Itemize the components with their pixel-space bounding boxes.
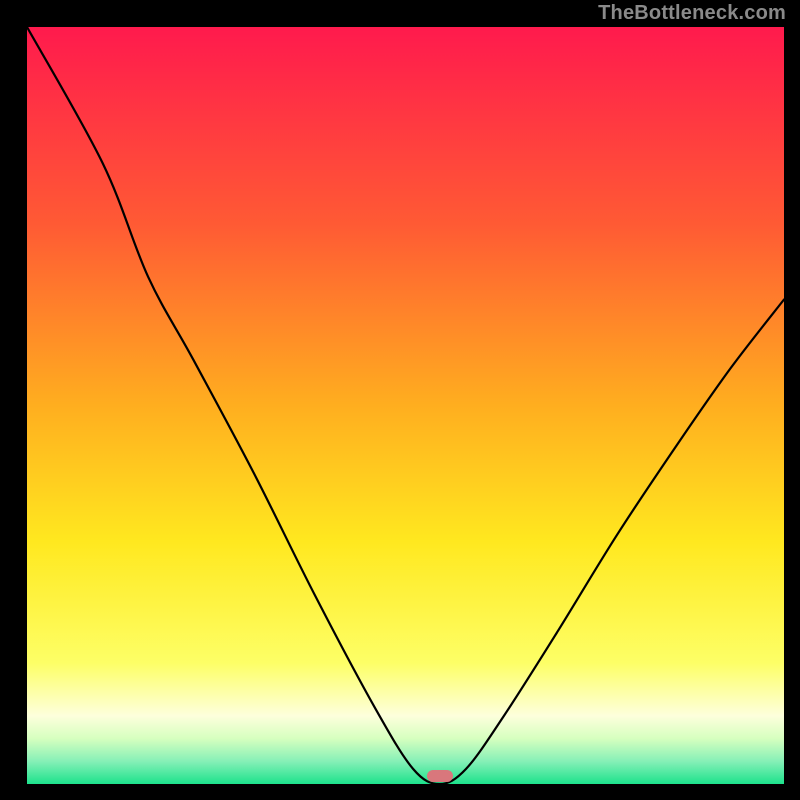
chart-frame: TheBottleneck.com [0,0,800,800]
plot-area [27,27,784,784]
bottleneck-curve [27,27,784,784]
minimum-marker [427,770,453,782]
watermark-label: TheBottleneck.com [598,2,786,25]
